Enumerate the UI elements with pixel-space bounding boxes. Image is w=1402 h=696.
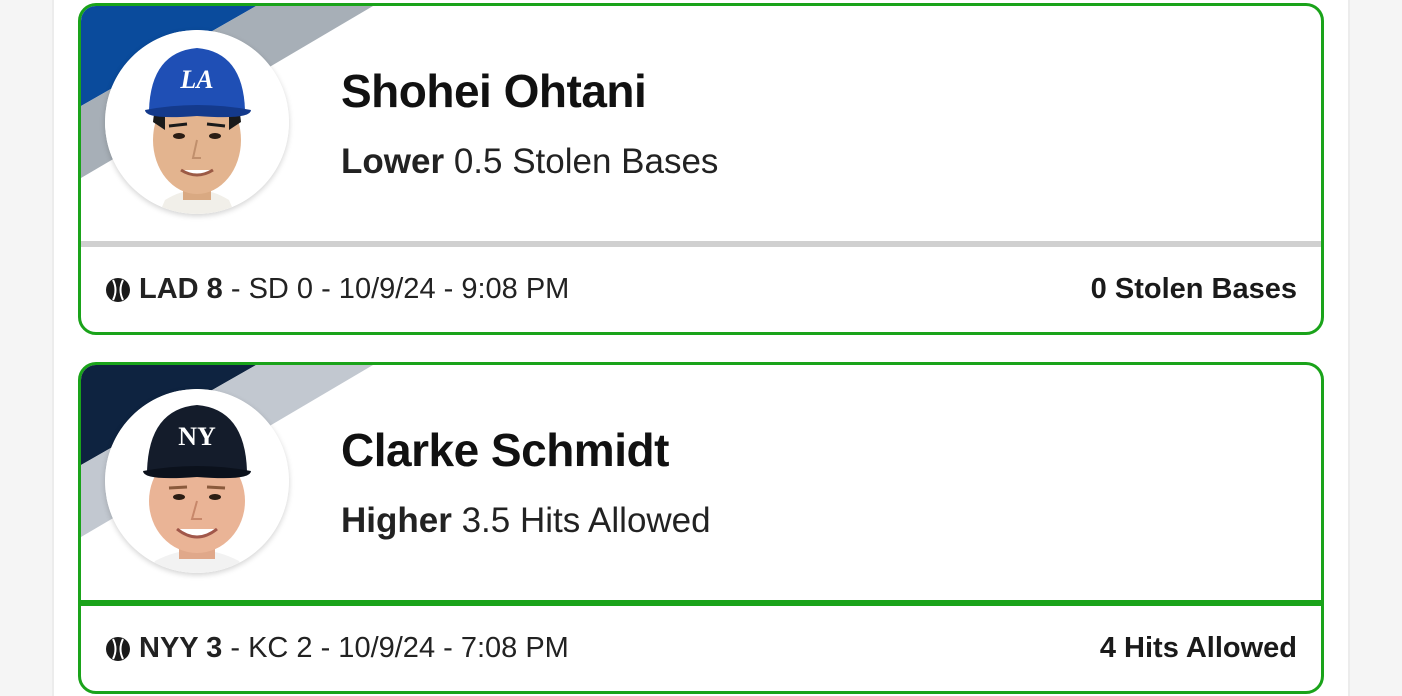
pick-card-header: NY Clarke Schmidt Higher 3.5 Hits Allowe… bbox=[81, 365, 1321, 600]
pick-card-footer: LAD 8 - SD 0 - 10/9/24 - 9:08 PM 0 Stole… bbox=[81, 247, 1321, 332]
pick-card-header: LA Shohei Ohtani Lower 0.5 Stolen Bases bbox=[81, 6, 1321, 241]
game-details: - KC 2 - 10/9/24 - 7:08 PM bbox=[222, 632, 569, 664]
pick-direction: Higher bbox=[341, 501, 452, 540]
pick-stat-line: 3.5 Hits Allowed bbox=[461, 501, 711, 540]
game-winner-score: NYY 3 bbox=[139, 632, 223, 664]
player-headshot-avatar: LA bbox=[105, 30, 289, 214]
game-winner-score: LAD 8 bbox=[139, 273, 223, 305]
pick-line: Higher 3.5 Hits Allowed bbox=[341, 501, 711, 541]
pick-direction: Lower bbox=[341, 142, 445, 181]
svg-text:NY: NY bbox=[178, 422, 216, 451]
baseball-icon bbox=[106, 277, 130, 302]
svg-text:LA: LA bbox=[179, 65, 213, 94]
player-name: Clarke Schmidt bbox=[341, 424, 669, 476]
pick-card[interactable]: NY Clarke Schmidt Higher 3.5 Hits Allowe… bbox=[78, 362, 1324, 694]
pick-stat-line: 0.5 Stolen Bases bbox=[453, 142, 719, 181]
baseball-icon bbox=[106, 636, 130, 661]
pick-result: 4 Hits Allowed bbox=[1099, 632, 1297, 664]
player-headshot-avatar: NY bbox=[105, 389, 289, 573]
pick-line: Lower 0.5 Stolen Bases bbox=[341, 142, 718, 182]
game-summary: LAD 8 - SD 0 - 10/9/24 - 9:08 PM bbox=[105, 273, 569, 306]
pick-card-footer: NYY 3 - KC 2 - 10/9/24 - 7:08 PM 4 Hits … bbox=[81, 606, 1321, 691]
game-summary: NYY 3 - KC 2 - 10/9/24 - 7:08 PM bbox=[105, 632, 569, 665]
page: LA Shohei Ohtani Lower 0.5 Stolen Bases bbox=[0, 0, 1402, 696]
pick-result: 0 Stolen Bases bbox=[1090, 273, 1297, 305]
player-name: Shohei Ohtani bbox=[341, 65, 647, 117]
game-details: - SD 0 - 10/9/24 - 9:08 PM bbox=[222, 273, 570, 305]
pick-card[interactable]: LA Shohei Ohtani Lower 0.5 Stolen Bases bbox=[78, 3, 1324, 335]
